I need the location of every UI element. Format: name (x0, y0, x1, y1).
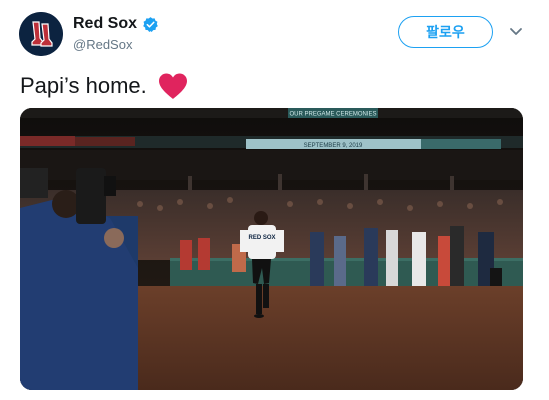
tweet-text-row: Papi’s home. (20, 72, 189, 100)
video-player[interactable]: OUR PREGAME CEREMONIES SEPTEMBER 9, 2019 (20, 108, 523, 390)
banner-date-text: SEPTEMBER 9, 2019 (304, 143, 363, 149)
jersey-text: RED SOX (248, 235, 275, 241)
tweet-header: Red Sox @RedSox 팔로우 (0, 0, 549, 62)
chevron-down-icon[interactable] (508, 26, 524, 38)
follow-button[interactable]: 팔로우 (398, 16, 493, 48)
avatar[interactable] (19, 12, 63, 56)
handle[interactable]: @RedSox (73, 37, 132, 52)
video-frame[interactable]: OUR PREGAME CEREMONIES SEPTEMBER 9, 2019 (20, 108, 523, 390)
display-name[interactable]: Red Sox (73, 15, 137, 33)
tweet-text: Papi’s home. (20, 73, 147, 98)
red-sox-logo-icon (19, 12, 63, 56)
banner-top-text: OUR PREGAME CEREMONIES (289, 112, 376, 118)
verified-badge-icon (143, 16, 158, 32)
name-row: Red Sox (73, 14, 159, 34)
heart-emoji (158, 73, 187, 99)
